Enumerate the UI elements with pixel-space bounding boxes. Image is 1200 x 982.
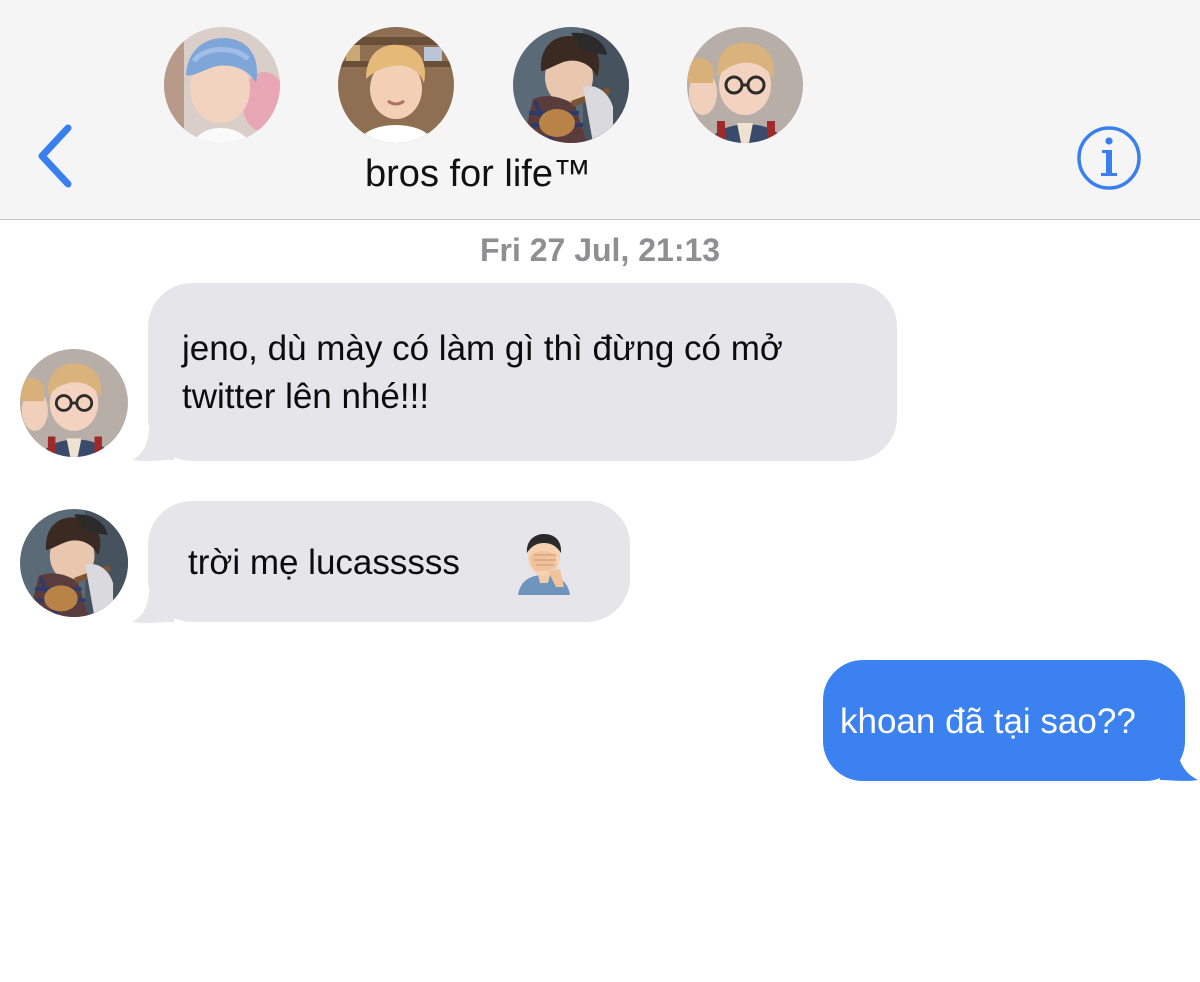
chevron-left-icon bbox=[38, 124, 72, 188]
info-button[interactable] bbox=[1076, 125, 1142, 191]
sender-avatar-glasses[interactable] bbox=[20, 349, 128, 457]
participant-avatar-guitar[interactable] bbox=[513, 27, 629, 143]
message-timestamp: Fri 27 Jul, 21:13 bbox=[479, 232, 721, 268]
bubble-tail bbox=[1160, 734, 1198, 781]
participant-avatar-blonde[interactable] bbox=[338, 27, 454, 143]
conversation-header: bros for life™ bbox=[0, 0, 1200, 220]
participant-avatar-blue-hair[interactable] bbox=[164, 27, 280, 143]
message-bubble-received[interactable]: jeno, dù mày có làm gì thì đừng có mở tw… bbox=[148, 283, 897, 461]
message-text: khoan đã tại sao?? bbox=[840, 702, 1136, 741]
message-text: trời mẹ lucasssss bbox=[188, 543, 460, 582]
face-palm-emoji bbox=[512, 531, 576, 595]
message-bubble-sent[interactable]: khoan đã tại sao?? bbox=[823, 660, 1185, 781]
info-icon bbox=[1077, 126, 1141, 190]
message-bubble-received[interactable]: trời mẹ lucasssss bbox=[148, 501, 630, 622]
message-text: jeno, dù mày có làm gì thì đừng có mở bbox=[182, 329, 783, 368]
back-button[interactable] bbox=[30, 118, 80, 194]
sender-avatar-guitar[interactable] bbox=[20, 509, 128, 617]
message-text: twitter lên nhé!!! bbox=[182, 377, 430, 416]
participant-avatar-glasses[interactable] bbox=[687, 27, 803, 143]
group-title[interactable]: bros for life™ bbox=[300, 150, 656, 198]
